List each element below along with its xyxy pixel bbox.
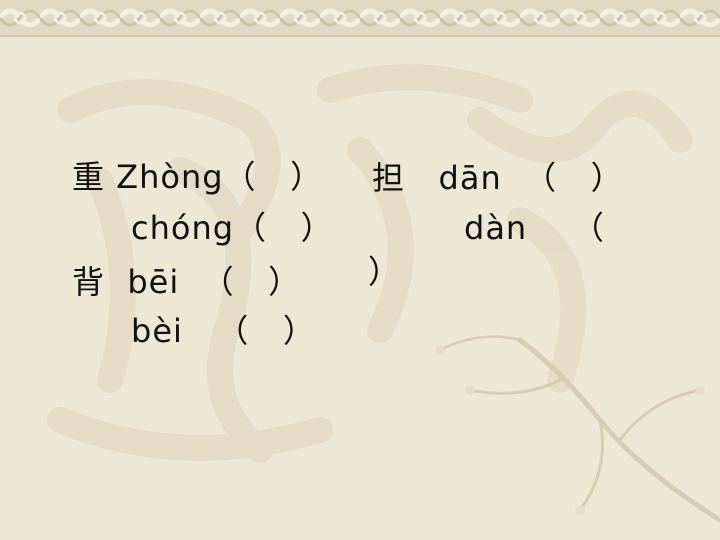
right-line-1: 担 dān （ ）	[372, 159, 624, 197]
right-line-3: ）	[368, 253, 402, 291]
right-line-2: dàn （	[464, 209, 605, 247]
left-line-4: bèi （ ）	[131, 312, 316, 350]
left-line-1: 重 Zhòng（ ）	[72, 158, 324, 196]
left-line-3: 背 bēi （ ）	[72, 263, 302, 301]
top-border-pattern	[0, 0, 720, 36]
left-line-2: chóng（ ）	[131, 209, 334, 247]
